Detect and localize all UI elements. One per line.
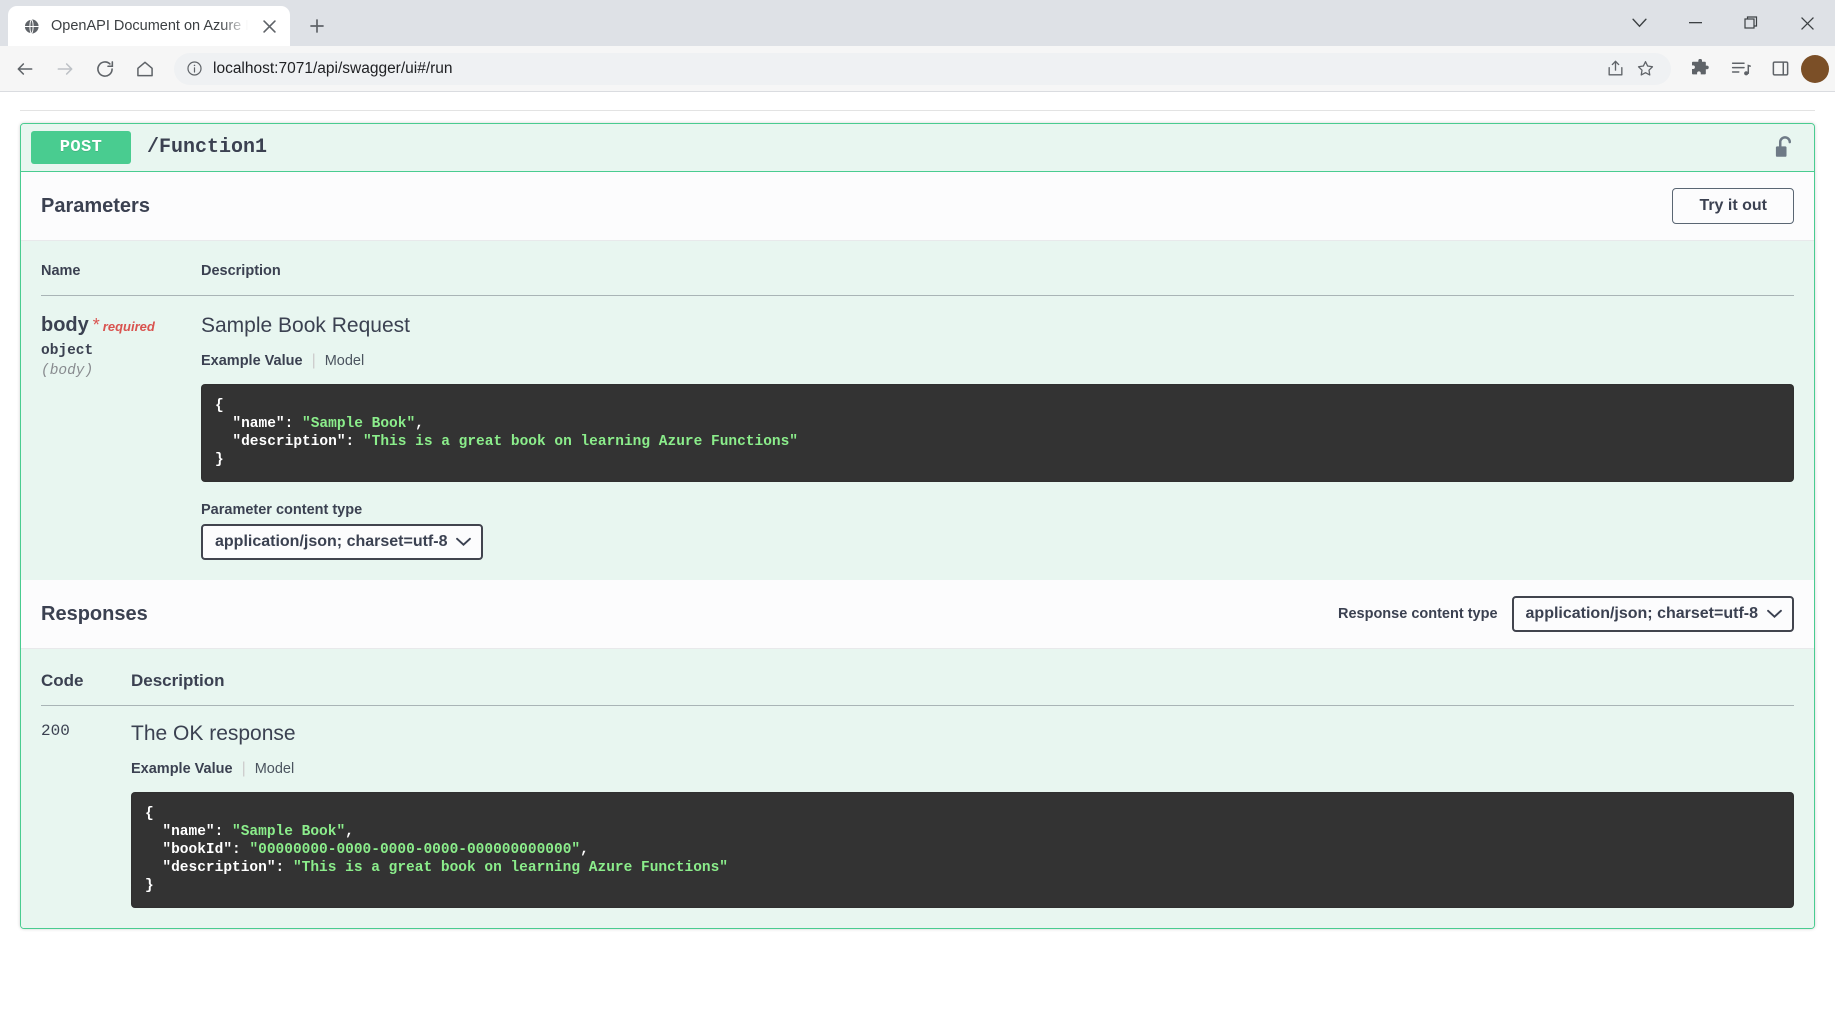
parameters-header: Parameters Try it out bbox=[21, 172, 1814, 241]
window-controls bbox=[1611, 0, 1835, 46]
operation-block-post-function1: POST /Function1 Parameters bbox=[20, 123, 1815, 929]
column-header-response-description: Description bbox=[131, 649, 1794, 706]
new-tab-button[interactable] bbox=[300, 9, 334, 43]
unlocked-padlock-icon[interactable] bbox=[1774, 135, 1796, 161]
tab-title: OpenAPI Document on Azure Fu bbox=[51, 18, 248, 34]
parameter-type: object bbox=[41, 337, 181, 359]
parameter-name-cell: body*required object (body) bbox=[41, 296, 181, 561]
tab-strip: OpenAPI Document on Azure Fu bbox=[0, 0, 1835, 46]
table-row: 200 The OK response Example Value | Mode… bbox=[41, 706, 1794, 909]
info-circle-icon[interactable] bbox=[186, 60, 203, 77]
responses-header: Responses Response content type applicat… bbox=[21, 580, 1814, 649]
back-arrow-icon[interactable] bbox=[6, 50, 44, 88]
response-description-title: The OK response bbox=[131, 722, 1794, 760]
table-row: body*required object (body) Sample Book … bbox=[41, 296, 1794, 561]
response-example-model-tabs: Example Value | Model bbox=[131, 760, 1794, 792]
responses-table: Code Description 200 The OK response bbox=[41, 649, 1794, 908]
swagger-ui: POST /Function1 Parameters bbox=[0, 92, 1835, 929]
response-content-type-label: Response content type bbox=[1338, 606, 1498, 622]
tab-model[interactable]: Model bbox=[325, 353, 365, 369]
responses-title: Responses bbox=[41, 603, 148, 626]
parameter-content-type-select[interactable]: application/json; charset=utf-8 bbox=[201, 524, 483, 560]
parameters-table-area: Name Description body*required bbox=[21, 241, 1814, 580]
star-icon[interactable] bbox=[1633, 59, 1657, 78]
operation-body: Parameters Try it out Name Description bbox=[21, 172, 1814, 928]
globe-icon bbox=[22, 17, 41, 36]
page-viewport: POST /Function1 Parameters bbox=[0, 92, 1835, 1024]
try-it-out-button[interactable]: Try it out bbox=[1672, 188, 1794, 224]
parameter-description-cell: Sample Book Request Example Value | Mode… bbox=[181, 296, 1794, 561]
share-icon[interactable] bbox=[1603, 59, 1627, 78]
parameter-location: (body) bbox=[41, 359, 181, 379]
responses-table-area: Code Description 200 The OK response bbox=[21, 649, 1814, 928]
browser-toolbar: localhost:7071/api/swagger/ui#/run bbox=[0, 46, 1835, 92]
column-header-name: Name bbox=[41, 241, 181, 296]
operation-path: /Function1 bbox=[131, 136, 1774, 159]
response-code: 200 bbox=[41, 706, 131, 909]
tab-model[interactable]: Model bbox=[255, 761, 295, 777]
side-panel-icon[interactable] bbox=[1761, 50, 1799, 88]
chevron-down-icon bbox=[456, 537, 471, 547]
parameters-title: Parameters bbox=[41, 195, 150, 218]
tab-example-value[interactable]: Example Value bbox=[201, 353, 303, 369]
browser-window: OpenAPI Document on Azure Fu bbox=[0, 0, 1835, 1024]
response-content-type-group: Response content type application/json; … bbox=[1338, 596, 1794, 632]
required-label: required bbox=[100, 319, 155, 334]
parameter-name: body bbox=[41, 314, 89, 336]
parameter-content-type-label: Parameter content type bbox=[201, 482, 1794, 524]
required-star: * bbox=[89, 315, 100, 335]
chevron-down-icon bbox=[1767, 609, 1782, 619]
example-model-tabs: Example Value | Model bbox=[201, 352, 1794, 384]
responses-table-header-row: Code Description bbox=[41, 649, 1794, 706]
column-header-code: Code bbox=[41, 649, 131, 706]
http-method-badge: POST bbox=[31, 131, 131, 164]
browser-tab[interactable]: OpenAPI Document on Azure Fu bbox=[8, 6, 290, 46]
response-example-code[interactable]: { "name": "Sample Book", "bookId": "0000… bbox=[131, 792, 1794, 908]
parameters-table-header-row: Name Description bbox=[41, 241, 1794, 296]
response-description-cell: The OK response Example Value | Model { … bbox=[131, 706, 1794, 909]
omnibox-actions bbox=[1603, 59, 1657, 78]
parameters-table: Name Description body*required bbox=[41, 241, 1794, 560]
operation-summary[interactable]: POST /Function1 bbox=[21, 124, 1814, 172]
maximize-button[interactable] bbox=[1723, 0, 1779, 46]
address-bar-url[interactable]: localhost:7071/api/swagger/ui#/run bbox=[213, 60, 1593, 78]
avatar[interactable] bbox=[1801, 55, 1829, 83]
tab-separator: | bbox=[233, 760, 255, 778]
reading-list-icon[interactable] bbox=[1721, 50, 1759, 88]
forward-arrow-icon bbox=[46, 50, 84, 88]
minimize-button[interactable] bbox=[1667, 0, 1723, 46]
request-example-code[interactable]: { "name": "Sample Book", "description": … bbox=[201, 384, 1794, 482]
puzzle-piece-icon[interactable] bbox=[1681, 50, 1719, 88]
tab-example-value[interactable]: Example Value bbox=[131, 761, 233, 777]
response-content-type-select[interactable]: application/json; charset=utf-8 bbox=[1512, 596, 1794, 632]
tab-search-chevron-down-icon[interactable] bbox=[1611, 0, 1667, 46]
close-window-button[interactable] bbox=[1779, 0, 1835, 46]
response-content-type-value: application/json; charset=utf-8 bbox=[1526, 605, 1758, 623]
parameter-content-type-value: application/json; charset=utf-8 bbox=[215, 533, 447, 551]
reload-icon[interactable] bbox=[86, 50, 124, 88]
home-icon[interactable] bbox=[126, 50, 164, 88]
parameter-description-title: Sample Book Request bbox=[201, 314, 1794, 352]
close-icon[interactable] bbox=[258, 15, 280, 37]
address-bar[interactable]: localhost:7071/api/swagger/ui#/run bbox=[174, 53, 1671, 85]
column-header-description: Description bbox=[181, 241, 1794, 296]
tab-separator: | bbox=[303, 352, 325, 370]
